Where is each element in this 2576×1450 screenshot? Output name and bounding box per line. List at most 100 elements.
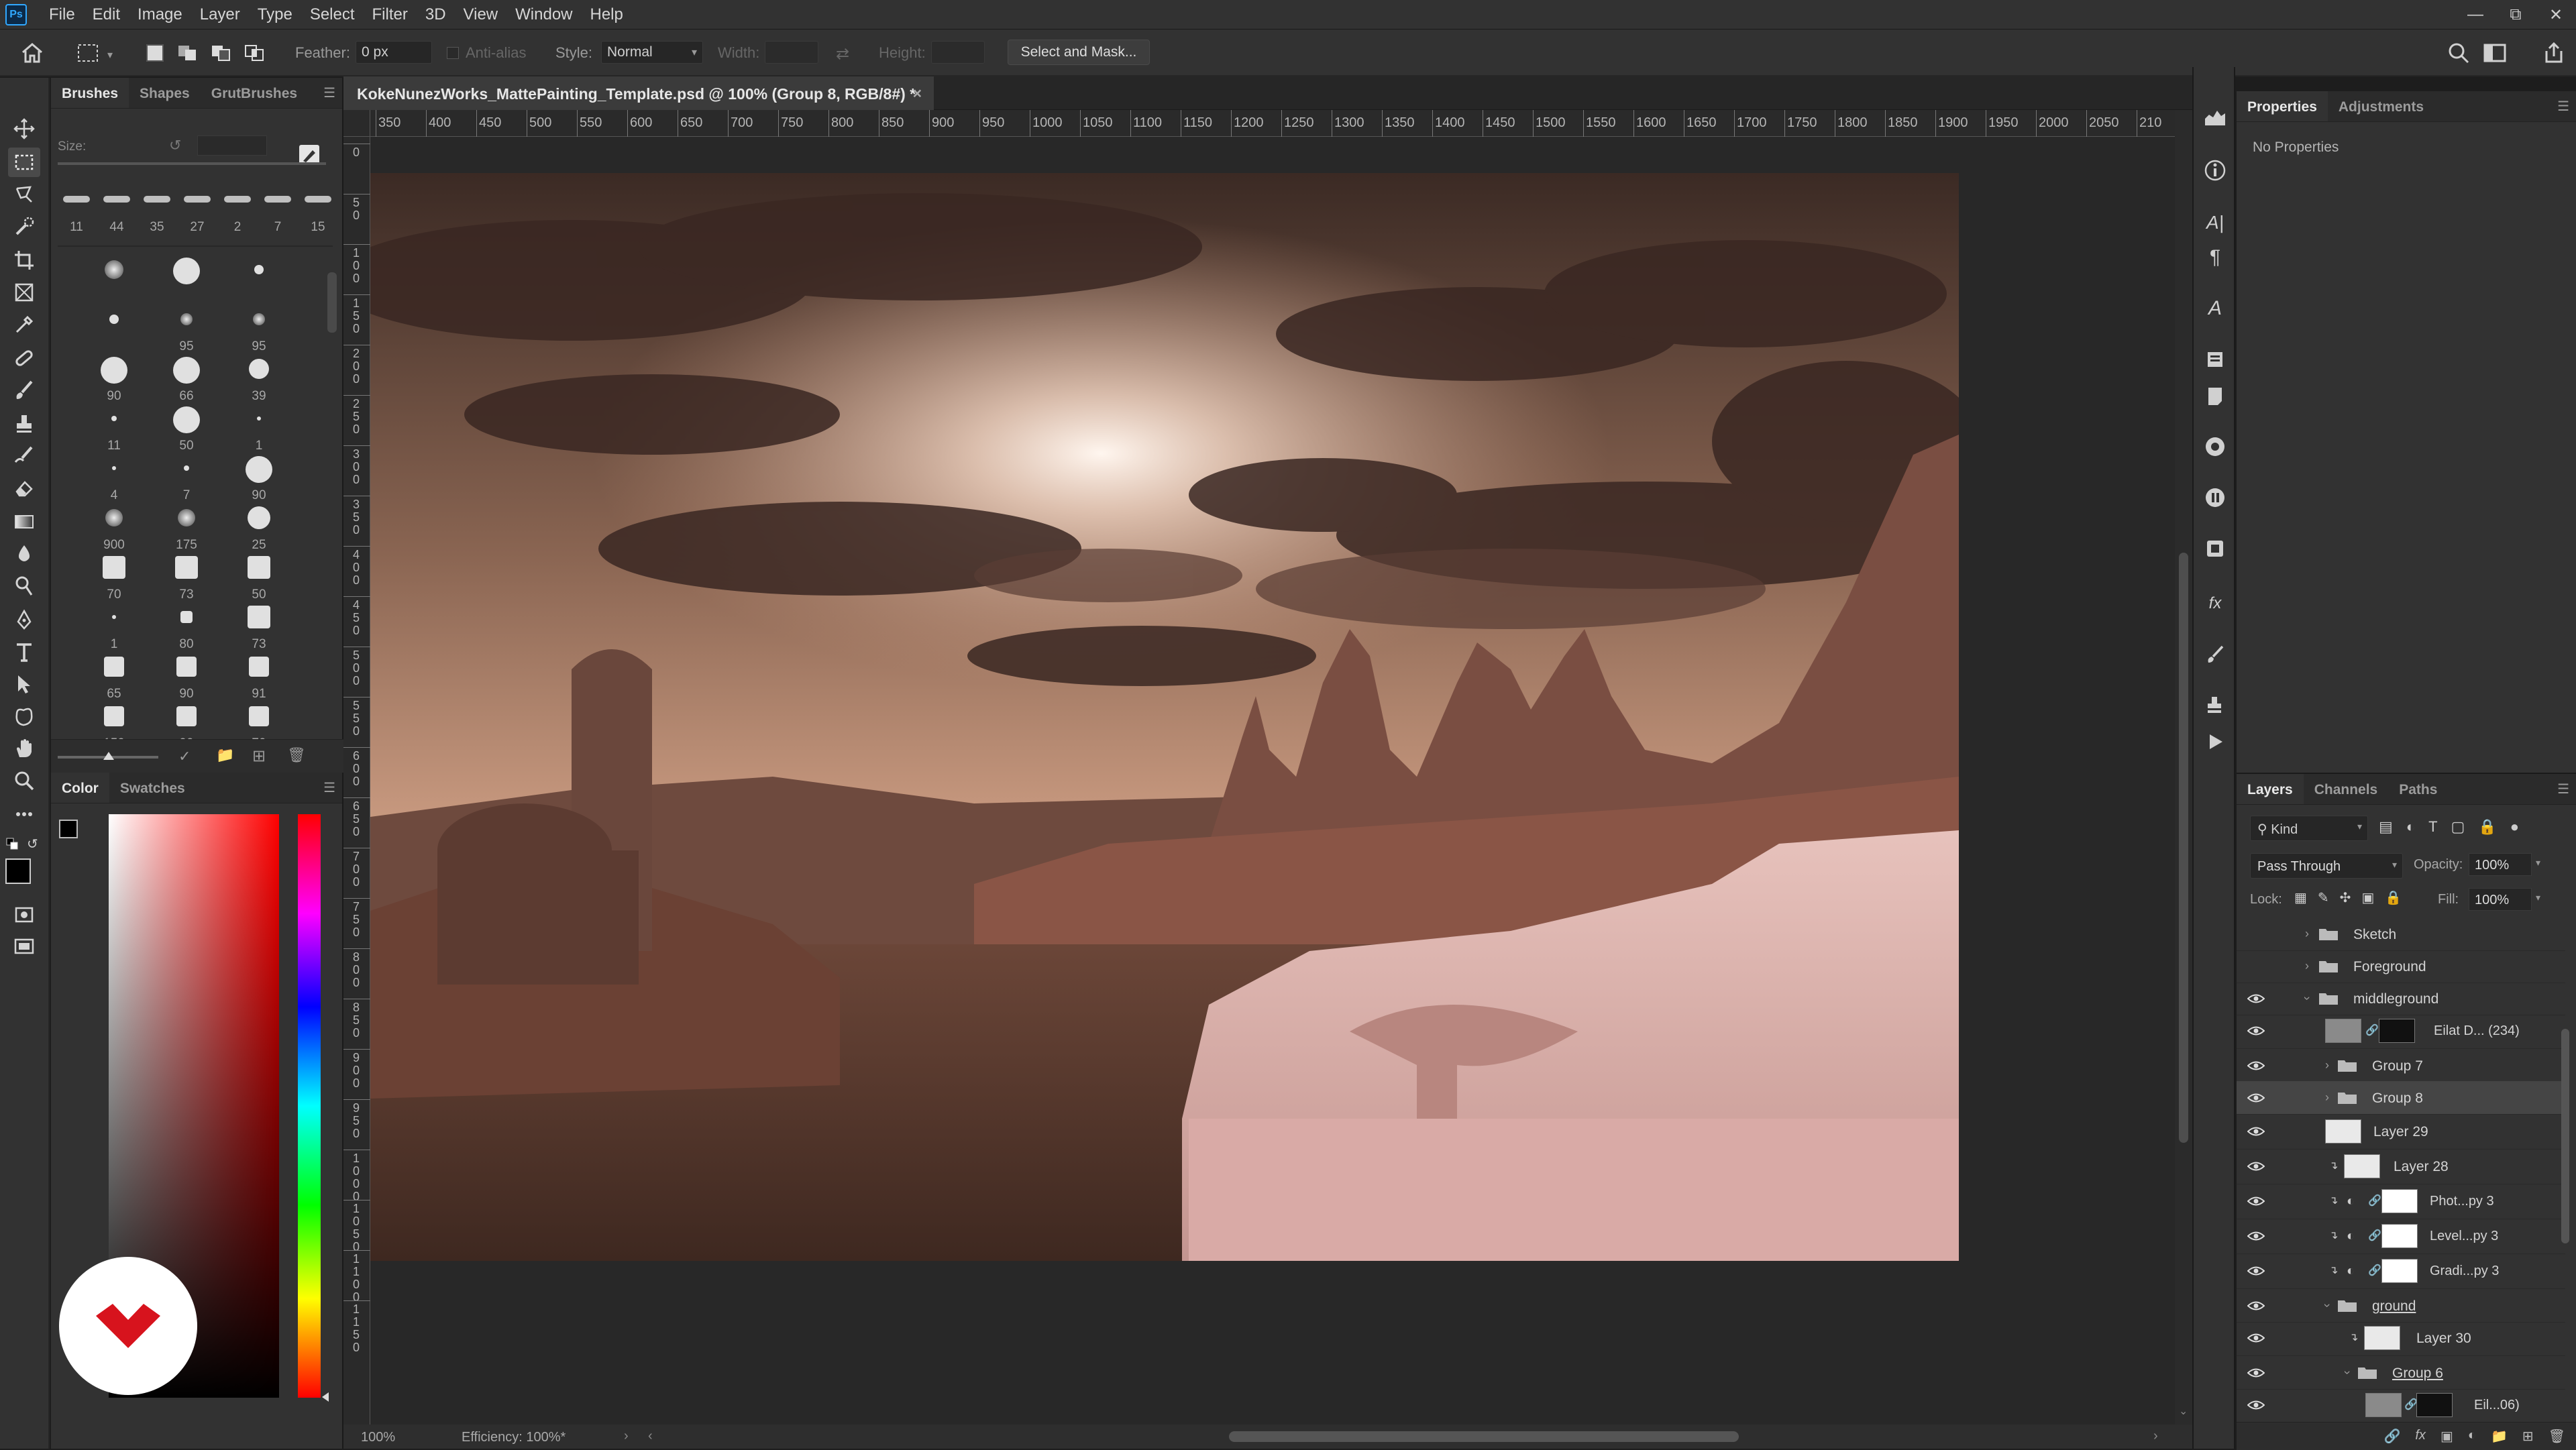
- layer-row-sketch[interactable]: › Sketch: [2237, 917, 2565, 951]
- fill-input[interactable]: 100%: [2469, 888, 2532, 911]
- menu-view[interactable]: View: [455, 5, 507, 24]
- expand-icon[interactable]: ›: [2325, 1091, 2329, 1105]
- tab-grutbrushes[interactable]: GrutBrushes: [201, 78, 308, 108]
- trash-icon[interactable]: 🗑: [287, 746, 306, 764]
- expand-icon[interactable]: ›: [2325, 1058, 2329, 1072]
- menu-image[interactable]: Image: [129, 5, 191, 24]
- recent-brush[interactable]: 2: [219, 189, 256, 243]
- close-tab-icon[interactable]: ×: [913, 85, 922, 103]
- eraser-tool-icon[interactable]: [8, 473, 40, 503]
- recent-brush[interactable]: 11: [58, 189, 95, 243]
- eye-icon[interactable]: [2247, 1332, 2265, 1344]
- panel-menu-icon[interactable]: ☰: [2551, 91, 2576, 121]
- reset-icon[interactable]: ↺: [169, 137, 181, 154]
- menu-window[interactable]: Window: [506, 5, 581, 24]
- hue-slider[interactable]: [298, 814, 321, 1398]
- more-tools-icon[interactable]: [8, 799, 40, 829]
- recent-brush[interactable]: 7: [259, 189, 297, 243]
- layer-row-photo-filter[interactable]: ↴ ◐ 🔗 Phot...py 3: [2237, 1184, 2565, 1219]
- tab-layers[interactable]: Layers: [2237, 774, 2304, 804]
- smart-filter-icon[interactable]: 🔒: [2478, 818, 2496, 836]
- filter-kind-select[interactable]: ⚲ Kind ▾: [2250, 816, 2368, 841]
- collapse-icon[interactable]: ›: [2320, 1304, 2334, 1308]
- filter-toggle-icon[interactable]: ●: [2510, 818, 2519, 836]
- height-input[interactable]: [931, 41, 985, 64]
- healing-brush-tool-icon[interactable]: [8, 343, 40, 373]
- tab-swatches[interactable]: Swatches: [109, 773, 196, 803]
- brush-preset[interactable]: 11: [78, 405, 150, 453]
- custom-shape-tool-icon[interactable]: [8, 702, 40, 731]
- opacity-chevron-icon[interactable]: ▾: [2536, 857, 2540, 869]
- panel-menu-icon[interactable]: ☰: [317, 773, 342, 803]
- menu-select[interactable]: Select: [301, 5, 364, 24]
- toggle-preview-icon[interactable]: ✓: [178, 748, 191, 765]
- width-input[interactable]: [765, 41, 818, 64]
- brush-preset[interactable]: 73: [223, 604, 295, 652]
- close-icon[interactable]: ✕: [2536, 5, 2576, 25]
- clone-source-icon[interactable]: [2203, 693, 2227, 718]
- character-icon[interactable]: A|: [2203, 211, 2227, 235]
- tab-adjustments[interactable]: Adjustments: [2328, 91, 2434, 121]
- home-icon[interactable]: [20, 42, 44, 68]
- eye-icon[interactable]: [2247, 1160, 2265, 1172]
- document-canvas[interactable]: [370, 173, 1959, 1261]
- brush-settings-icon[interactable]: [2203, 643, 2227, 667]
- size-slider[interactable]: [58, 162, 326, 165]
- minimize-icon[interactable]: —: [2455, 5, 2496, 24]
- glyphs-icon[interactable]: A: [2203, 296, 2227, 321]
- blend-mode-select[interactable]: Pass Through ▾: [2250, 853, 2403, 879]
- brush-preset[interactable]: [78, 306, 150, 354]
- brush-tool-icon[interactable]: [8, 376, 40, 405]
- restore-icon[interactable]: ⧉: [2496, 5, 2536, 24]
- export-icon[interactable]: [2203, 537, 2227, 561]
- eye-icon[interactable]: [2247, 1367, 2265, 1379]
- brush-preset[interactable]: 1: [78, 604, 150, 652]
- brush-preset[interactable]: [223, 256, 295, 304]
- subtract-selection-icon[interactable]: [211, 44, 231, 62]
- vertical-scrollbar[interactable]: [2179, 553, 2188, 1143]
- share-icon[interactable]: [2542, 42, 2565, 68]
- lock-pixels-icon[interactable]: ✎: [2318, 889, 2329, 906]
- eye-icon[interactable]: [2247, 1025, 2265, 1037]
- add-selection-icon[interactable]: [177, 44, 197, 62]
- rect-marquee-tool-icon[interactable]: [8, 148, 40, 177]
- collapse-icon[interactable]: ›: [2300, 997, 2314, 1001]
- new-layer-icon[interactable]: ⊞: [2522, 1428, 2534, 1445]
- status-menu-icon[interactable]: ›: [624, 1429, 629, 1444]
- layer-row-gradient[interactable]: ↴ ◐ 🔗 Gradi...py 3: [2237, 1254, 2565, 1289]
- plugin-icon[interactable]: [2203, 435, 2227, 459]
- type-tool-icon[interactable]: [8, 637, 40, 667]
- link-layers-icon[interactable]: 🔗: [2383, 1428, 2400, 1445]
- brush-preset[interactable]: 95: [150, 306, 223, 354]
- frame-tool-icon[interactable]: [8, 278, 40, 307]
- menu-3d[interactable]: 3D: [417, 5, 455, 24]
- swap-colors-icon[interactable]: ↺: [27, 836, 38, 852]
- menu-filter[interactable]: Filter: [364, 5, 417, 24]
- quick-selection-tool-icon[interactable]: [8, 212, 40, 241]
- blur-tool-icon[interactable]: [8, 539, 40, 569]
- layer-row-eilat[interactable]: 🔗 Eilat D... (234): [2237, 1014, 2565, 1049]
- crop-tool-icon[interactable]: [8, 245, 40, 275]
- tab-shapes[interactable]: Shapes: [129, 78, 201, 108]
- layer-row-group-6[interactable]: › Group 6: [2237, 1356, 2565, 1390]
- workspace-icon[interactable]: [2483, 43, 2510, 66]
- zoom-level[interactable]: 100%: [361, 1430, 395, 1445]
- gradient-tool-icon[interactable]: [8, 507, 40, 537]
- panel-menu-icon[interactable]: ☰: [317, 78, 342, 108]
- recent-brush[interactable]: 44: [98, 189, 136, 243]
- brush-preset[interactable]: 50: [150, 405, 223, 453]
- fill-chevron-icon[interactable]: ▾: [2536, 892, 2540, 903]
- delete-layer-icon[interactable]: 🗑: [2548, 1428, 2565, 1445]
- eye-icon[interactable]: [2247, 1195, 2265, 1207]
- layer-row-group-8[interactable]: › Group 8: [2237, 1081, 2565, 1115]
- clone-stamp-tool-icon[interactable]: [8, 409, 40, 439]
- link-icon[interactable]: 🔗: [2404, 1398, 2418, 1411]
- fg-color-chip[interactable]: [59, 820, 78, 838]
- anti-alias-checkbox[interactable]: [447, 47, 459, 59]
- brush-preset[interactable]: 1: [223, 405, 295, 453]
- brush-preset[interactable]: 90: [223, 455, 295, 503]
- move-tool-icon[interactable]: [8, 114, 40, 144]
- link-icon[interactable]: 🔗: [2365, 1023, 2379, 1037]
- feather-input[interactable]: 0 px: [356, 41, 432, 64]
- search-icon[interactable]: [2447, 42, 2470, 68]
